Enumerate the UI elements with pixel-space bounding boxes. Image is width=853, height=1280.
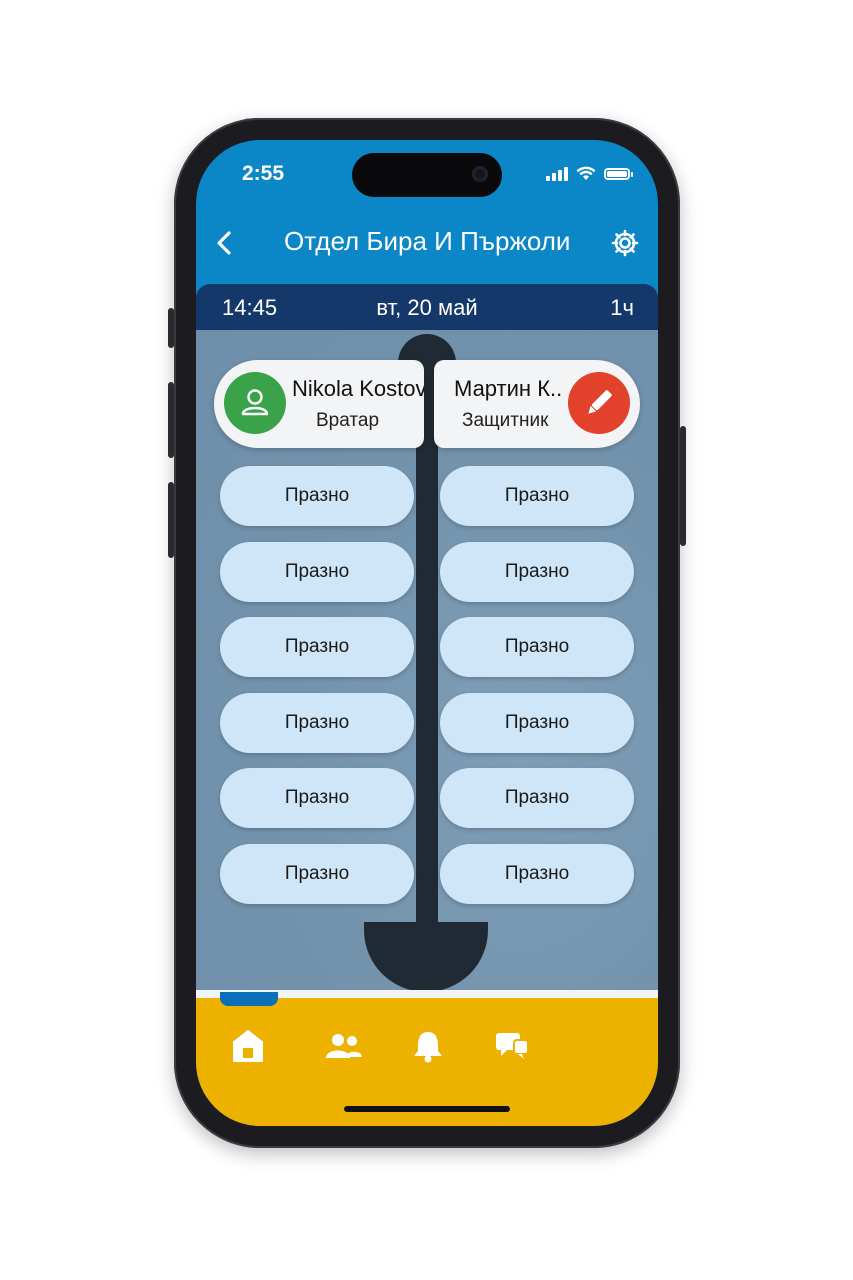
volume-up-button (168, 382, 174, 458)
empty-slot-right[interactable]: Празно (440, 693, 634, 753)
empty-slot-left[interactable]: Празно (220, 617, 414, 677)
player-card-left[interactable]: Nikola Kostov Вратар (214, 360, 424, 448)
player-role: Вратар (316, 410, 380, 431)
page-title: Отдел Бира И Пържоли (284, 226, 571, 256)
gear-icon[interactable] (610, 228, 640, 258)
empty-slot-left[interactable]: Празно (220, 768, 414, 828)
player-role: Защитник (462, 410, 549, 431)
status-icons (546, 166, 633, 181)
empty-slot-right[interactable]: Празно (440, 768, 634, 828)
back-icon[interactable] (210, 228, 240, 258)
home-indicator (344, 1106, 510, 1112)
player-name: Мартин К.. (454, 376, 563, 401)
empty-slot-right[interactable]: Празно (440, 466, 634, 526)
pencil-icon[interactable] (568, 372, 630, 434)
divider-stick-bottom (364, 922, 488, 992)
match-date: вт, 20 май (376, 295, 478, 320)
player-card-right[interactable]: Мартин К.. Защитник (434, 360, 640, 448)
match-duration: 1ч (610, 295, 634, 320)
bell-icon[interactable] (408, 1028, 448, 1064)
empty-slot-left[interactable]: Празно (220, 844, 414, 904)
wifi-icon (576, 166, 596, 180)
team-field: Nikola Kostov Вратар Мартин К.. Защитник… (196, 330, 658, 992)
empty-slot-left[interactable]: Празно (220, 466, 414, 526)
match-info-bar: 14:45 вт, 20 май 1ч (196, 284, 658, 330)
chat-icon[interactable] (492, 1028, 532, 1064)
empty-slot-right[interactable]: Празно (440, 844, 634, 904)
status-time: 2:55 (242, 162, 285, 185)
signal-icon (546, 166, 568, 181)
empty-slot-right[interactable]: Празно (440, 542, 634, 602)
people-icon[interactable] (324, 1028, 364, 1064)
dynamic-island (352, 153, 502, 197)
empty-slot-right[interactable]: Празно (440, 617, 634, 677)
power-button (680, 426, 686, 546)
empty-slot-left[interactable]: Празно (220, 542, 414, 602)
volume-down-button (168, 482, 174, 558)
home-icon[interactable] (228, 1028, 268, 1064)
empty-slot-left[interactable]: Празно (220, 693, 414, 753)
person-icon (224, 372, 286, 434)
player-name: Nikola Kostov (292, 376, 424, 401)
action-button (168, 308, 174, 348)
battery-icon (604, 167, 633, 180)
app-header: Отдел Бира И Пържоли (196, 220, 658, 270)
active-tab-indicator (220, 992, 278, 1006)
app-screen: 2:55 Отдел Бира И Пържоли 14:45 вт, 20 м… (196, 140, 658, 1126)
